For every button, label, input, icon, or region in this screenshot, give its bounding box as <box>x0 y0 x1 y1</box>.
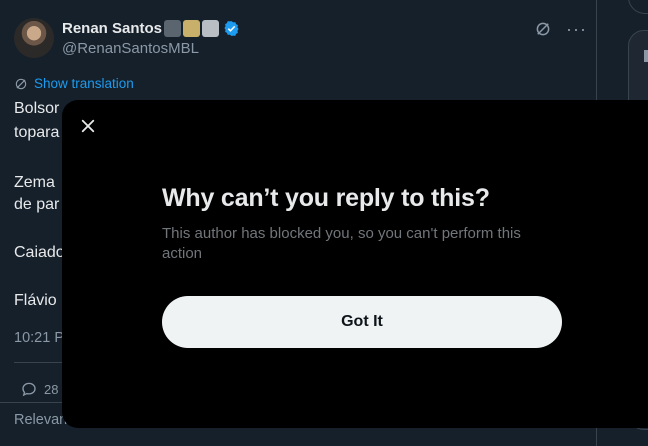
name-emoji-2 <box>183 20 201 37</box>
translate-icon <box>15 78 27 89</box>
reply-action[interactable]: 28 <box>20 380 58 398</box>
tweet-text-line: Zema <box>14 174 55 191</box>
close-icon <box>81 119 95 133</box>
sidebar-card-mark <box>644 50 648 62</box>
got-it-button[interactable]: Got It <box>162 296 562 348</box>
dialog-title: Why can’t you reply to this? <box>162 184 490 212</box>
name-emoji-1 <box>164 20 182 37</box>
name-emoji-3 <box>202 20 220 37</box>
reply-count: 28 <box>44 381 59 397</box>
avatar[interactable] <box>14 18 54 58</box>
tweet-text-line: Caiado <box>14 244 65 261</box>
tweet-header-actions: ··· <box>534 20 587 38</box>
tweet-text-line: Bolsor <box>14 100 60 117</box>
close-button[interactable] <box>76 114 100 138</box>
reply-icon <box>22 382 36 397</box>
author-name-row[interactable]: Renan Santos <box>62 20 240 37</box>
sidebar-search-pill[interactable] <box>628 0 648 14</box>
dialog-body: This author has blocked you, so you can'… <box>162 225 521 262</box>
tweet-timestamp[interactable]: 10:21 P <box>14 330 64 346</box>
show-translation-label[interactable]: Show translation <box>34 76 134 91</box>
tweet-text-line: Flávio <box>14 292 57 309</box>
page: Renan Santos @RenanSantosMBL ··· Show tr… <box>0 0 648 446</box>
author-handle[interactable]: @RenanSantosMBL <box>62 40 199 57</box>
verified-badge-icon <box>224 21 239 36</box>
show-translation-link[interactable]: Show translation <box>14 76 134 91</box>
blocked-reply-dialog: Why can’t you reply to this? This author… <box>62 100 648 428</box>
tweet-text-line: de par <box>14 196 60 213</box>
more-icon[interactable]: ··· <box>566 20 587 38</box>
sort-replies-label[interactable]: Relevan <box>14 412 67 428</box>
grok-icon[interactable] <box>534 20 552 38</box>
tweet-text-line: topara <box>14 124 60 141</box>
author-display-name[interactable]: Renan Santos <box>62 20 162 37</box>
